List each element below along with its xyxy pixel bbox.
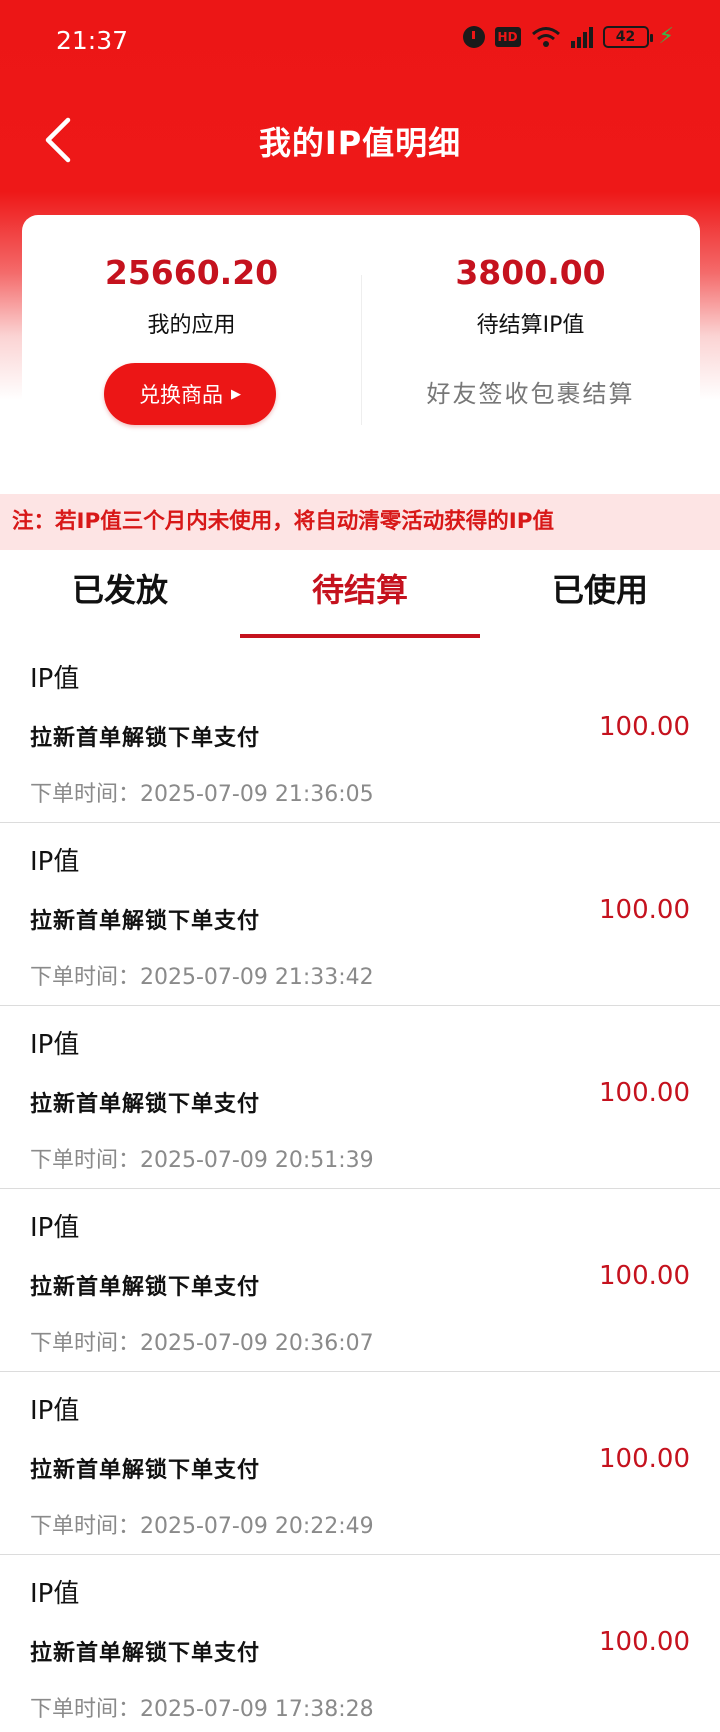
page-title: 我的IP值明细 [258,124,462,162]
list-item[interactable]: IP值 拉新首单解锁下单支付 下单时间：2025-07-09 17:38:28 … [0,1555,720,1732]
wifi-icon [531,27,560,47]
record-description: 拉新首单解锁下单支付 [30,726,261,751]
status-bar: 21:37 HD 42 ⚡ [0,0,720,80]
record-amount: 100.00 [599,1444,690,1474]
battery-icon: 42 [602,26,653,48]
tab-issued[interactable]: 已发放 [0,550,240,640]
pending-value: 3800.00 [455,253,606,292]
exchange-goods-label: 兑换商品 [139,383,223,407]
app-value-panel: 25660.20 我的应用 兑换商品 ▶ [22,215,361,425]
record-time: 下单时间：2025-07-09 20:22:49 [30,1514,374,1539]
record-amount: 100.00 [599,895,690,925]
record-type: IP值 [30,1579,80,1609]
battery-level: 42 [615,29,636,45]
record-amount: 100.00 [599,712,690,742]
pending-settle-note: 好友签收包裹结算 [426,380,635,408]
record-amount: 100.00 [599,1078,690,1108]
app-value: 25660.20 [104,253,279,292]
hd-icon: HD [494,27,521,47]
list-item[interactable]: IP值 拉新首单解锁下单支付 下单时间：2025-07-09 21:36:05 … [0,640,720,823]
record-description: 拉新首单解锁下单支付 [30,1458,261,1483]
record-description: 拉新首单解锁下单支付 [30,909,261,934]
record-description: 拉新首单解锁下单支付 [30,1092,261,1117]
pending-value-panel: 3800.00 待结算IP值 好友签收包裹结算 [361,215,700,425]
expiry-notice: 注：若IP值三个月内未使用，将自动清零活动获得的IP值 [0,494,720,550]
active-tab-indicator [240,634,480,638]
status-time: 21:37 [56,26,129,55]
charging-icon: ⚡ [658,24,674,49]
record-type: IP值 [30,1030,80,1060]
record-type: IP值 [30,847,80,877]
top-nav: 我的IP值明细 [0,100,720,180]
record-amount: 100.00 [599,1261,690,1291]
record-time: 下单时间：2025-07-09 20:36:07 [30,1331,374,1356]
summary-card: 25660.20 我的应用 兑换商品 ▶ 3800.00 待结算IP值 好友签收… [22,215,700,425]
record-time: 下单时间：2025-07-09 17:38:28 [30,1697,374,1722]
tab-used[interactable]: 已使用 [480,550,720,640]
alarm-icon [462,26,485,48]
record-type: IP值 [30,1396,80,1426]
signal-icon [570,26,593,48]
record-description: 拉新首单解锁下单支付 [30,1275,261,1300]
list-item[interactable]: IP值 拉新首单解锁下单支付 下单时间：2025-07-09 20:36:07 … [0,1189,720,1372]
record-amount: 100.00 [599,1627,690,1657]
record-type: IP值 [30,1213,80,1243]
pending-value-label: 待结算IP值 [476,313,585,338]
record-time: 下单时间：2025-07-09 21:36:05 [30,782,374,807]
record-time: 下单时间：2025-07-09 21:33:42 [30,965,374,990]
record-type: IP值 [30,664,80,694]
tab-pending[interactable]: 待结算 [240,550,480,640]
caret-right-icon: ▶ [231,386,241,402]
tab-bar: 已发放 待结算 已使用 [0,550,720,640]
list-item[interactable]: IP值 拉新首单解锁下单支付 下单时间：2025-07-09 21:33:42 … [0,823,720,1006]
app-value-label: 我的应用 [147,313,236,338]
record-description: 拉新首单解锁下单支付 [30,1641,261,1666]
record-time: 下单时间：2025-07-09 20:51:39 [30,1148,374,1173]
exchange-goods-button[interactable]: 兑换商品 ▶ [104,363,276,425]
list-item[interactable]: IP值 拉新首单解锁下单支付 下单时间：2025-07-09 20:51:39 … [0,1006,720,1189]
status-icons: HD 42 ⚡ [462,24,674,49]
list-item[interactable]: IP值 拉新首单解锁下单支付 下单时间：2025-07-09 20:22:49 … [0,1372,720,1555]
record-list: IP值 拉新首单解锁下单支付 下单时间：2025-07-09 21:36:05 … [0,640,720,1732]
